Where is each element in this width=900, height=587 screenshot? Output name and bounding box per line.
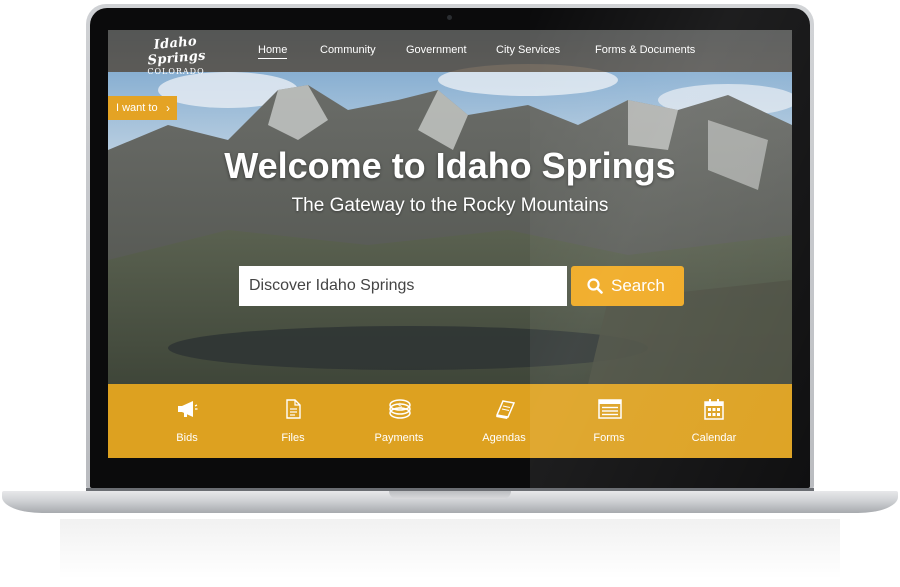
hero-subtitle: The Gateway to the Rocky Mountains [291,195,609,216]
coins-icon: $ [389,399,411,419]
quick-link-label: Payments [374,432,424,444]
camera-icon [447,15,452,20]
search-input[interactable] [239,266,567,306]
nav-home[interactable]: Home [258,44,288,59]
quick-link-label: Calendar [691,432,737,444]
quick-link-label: Bids [176,432,198,444]
nav-government[interactable]: Government [406,44,467,56]
book-icon [495,400,516,419]
top-navigation: Idaho Springs COLORADO Home Community Go… [108,30,792,76]
quick-link-label: Agendas [482,432,526,444]
search-button[interactable]: Search [571,266,684,306]
search-icon [587,278,603,294]
chevron-right-icon: › [166,101,170,115]
hero-title: Welcome to Idaho Springs [224,145,676,186]
nav-city-services[interactable]: City Services [496,44,560,56]
laptop-notch [389,491,511,499]
i-want-to-button[interactable]: I want to › [108,96,177,120]
quick-link-forms[interactable]: Forms [564,384,654,458]
site-logo[interactable]: Idaho Springs COLORADO [126,34,226,76]
logo-text: Idaho Springs [146,34,207,69]
nav-forms-documents[interactable]: Forms & Documents [595,44,695,56]
quick-link-label: Files [281,432,305,444]
search-button-label: Search [611,276,665,295]
quick-link-label: Forms [593,432,625,444]
laptop-mockup: Idaho Springs COLORADO Home Community Go… [0,0,900,587]
quick-link-agendas[interactable]: Agendas [459,384,549,458]
website-screen: Idaho Springs COLORADO Home Community Go… [108,30,792,458]
laptop-reflection [60,519,840,579]
quick-link-payments[interactable]: $ Payments [354,384,444,458]
svg-text:$: $ [398,402,402,410]
nav-community[interactable]: Community [320,44,376,56]
document-icon [286,399,301,419]
calendar-icon [704,399,724,420]
quick-link-calendar[interactable]: Calendar [669,384,759,458]
megaphone-icon [178,401,198,417]
form-list-icon [598,399,622,419]
i-want-to-label: I want to [116,102,158,114]
quick-link-bids[interactable]: Bids [142,384,232,458]
quick-links-bar: Bids Files $ Payments Agendas Forms Cale… [108,384,792,458]
quick-link-files[interactable]: Files [248,384,338,458]
